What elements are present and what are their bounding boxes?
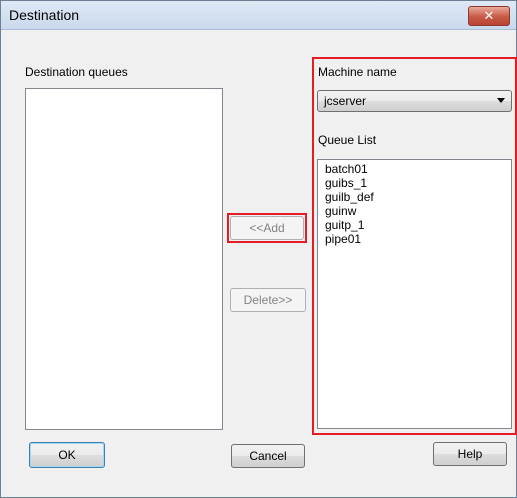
close-button[interactable]: ✕ <box>468 6 510 26</box>
queue-list-item[interactable]: guilb_def <box>325 190 511 204</box>
destination-dialog: Destination ✕ Destination queues <<Add D… <box>0 0 517 498</box>
queue-list-item[interactable]: guinw <box>325 204 511 218</box>
machine-name-label: Machine name <box>318 65 397 79</box>
add-button[interactable]: <<Add <box>230 216 304 240</box>
delete-button[interactable]: Delete>> <box>230 288 306 312</box>
destination-queues-label: Destination queues <box>25 65 128 79</box>
help-button[interactable]: Help <box>433 442 507 466</box>
ok-button[interactable]: OK <box>29 442 105 468</box>
cancel-button[interactable]: Cancel <box>231 444 305 468</box>
queue-list-item[interactable]: guibs_1 <box>325 176 511 190</box>
destination-queues-list[interactable] <box>25 88 223 430</box>
queue-list-item[interactable]: guitp_1 <box>325 218 511 232</box>
close-icon: ✕ <box>483 8 495 23</box>
queue-list-label: Queue List <box>318 133 377 147</box>
title-bar[interactable]: Destination ✕ <box>1 1 516 30</box>
window-title: Destination <box>9 7 80 23</box>
machine-name-value: jcserver <box>324 94 367 108</box>
chevron-down-icon <box>497 98 505 103</box>
machine-name-dropdown[interactable]: jcserver <box>317 90 512 112</box>
queue-list-item[interactable]: batch01 <box>325 162 511 176</box>
queue-list-item[interactable]: pipe01 <box>325 232 511 246</box>
queue-list[interactable]: batch01 guibs_1 guilb_def guinw guitp_1 pipe0… <box>317 159 512 429</box>
